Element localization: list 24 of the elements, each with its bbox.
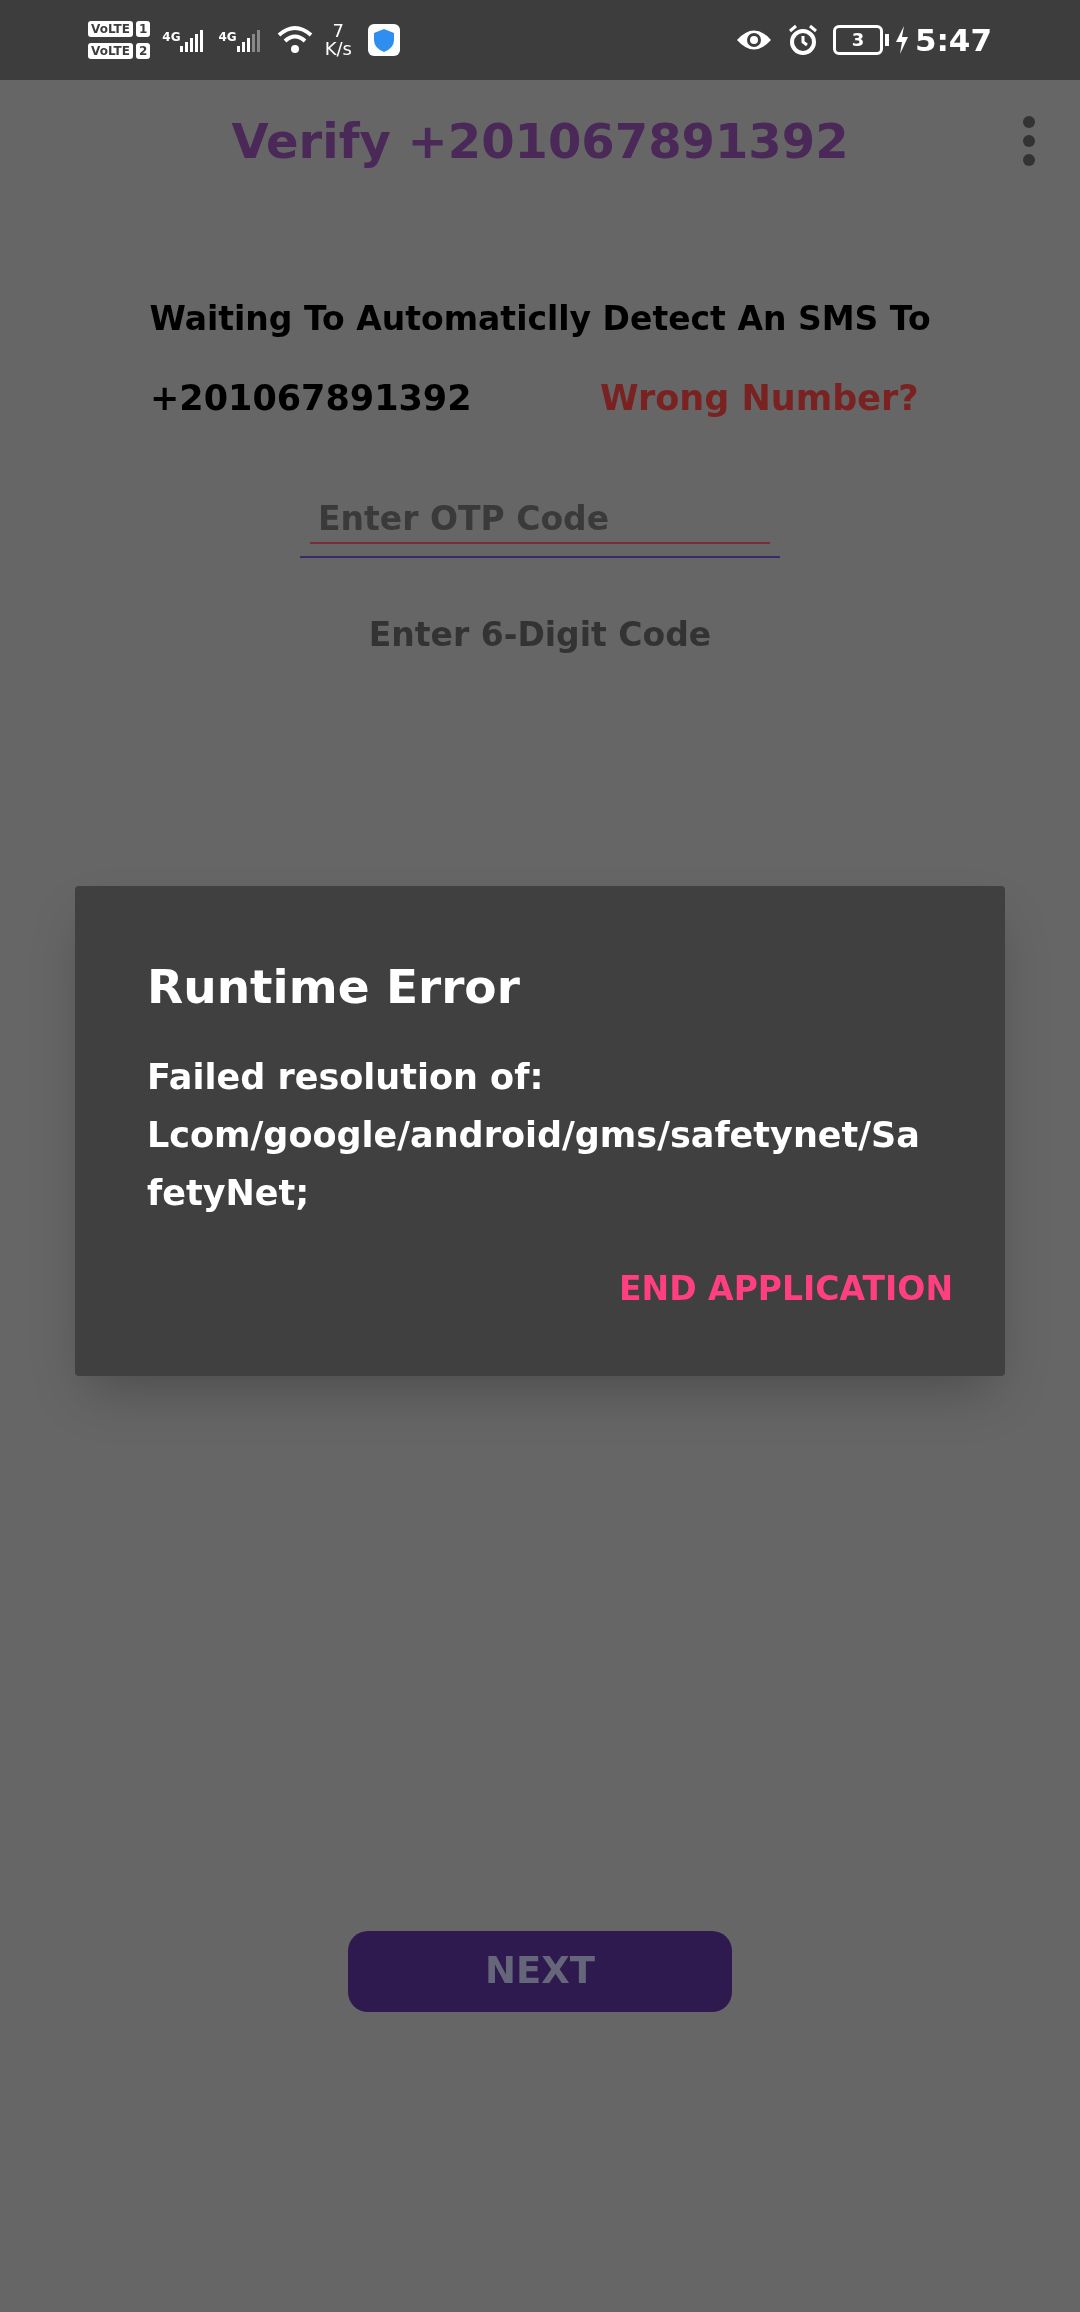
signal-icon <box>236 28 263 52</box>
dialog-message: Failed resolution of: Lcom/google/android/gms/safetynet/SafetyNet; <box>147 1056 921 1215</box>
app-title: Verify +201067891392 <box>231 112 849 171</box>
sim-slot-label: 1 <box>135 21 151 37</box>
waiting-message: Waiting To Automaticlly Detect An SMS To <box>149 298 931 340</box>
speed-unit: K/s <box>324 40 352 58</box>
wrong-number-link[interactable]: Wrong Number? <box>600 371 919 424</box>
network-type-label: 4G <box>218 29 237 46</box>
battery-indicator: 3 <box>832 25 889 55</box>
dialog-title: Runtime Error <box>147 957 521 1016</box>
alarm-icon <box>786 24 819 56</box>
volte-label: VoLTE <box>88 21 133 37</box>
end-application-button[interactable]: END APPLICATION <box>609 1264 963 1314</box>
sim-slot-label: 2 <box>135 43 151 59</box>
volte-label: VoLTE <box>88 43 133 59</box>
wifi-icon <box>276 25 313 55</box>
charging-icon <box>894 26 909 54</box>
more-options-icon[interactable] <box>1022 115 1036 167</box>
clock-time: 5:47 <box>914 20 992 60</box>
shield-icon <box>367 24 400 56</box>
network-type-label: 4G <box>162 29 181 46</box>
next-button[interactable]: NEXT <box>348 1930 732 2012</box>
speed-value: 7 <box>332 22 345 40</box>
phone-number: +201067891392 <box>150 376 473 420</box>
